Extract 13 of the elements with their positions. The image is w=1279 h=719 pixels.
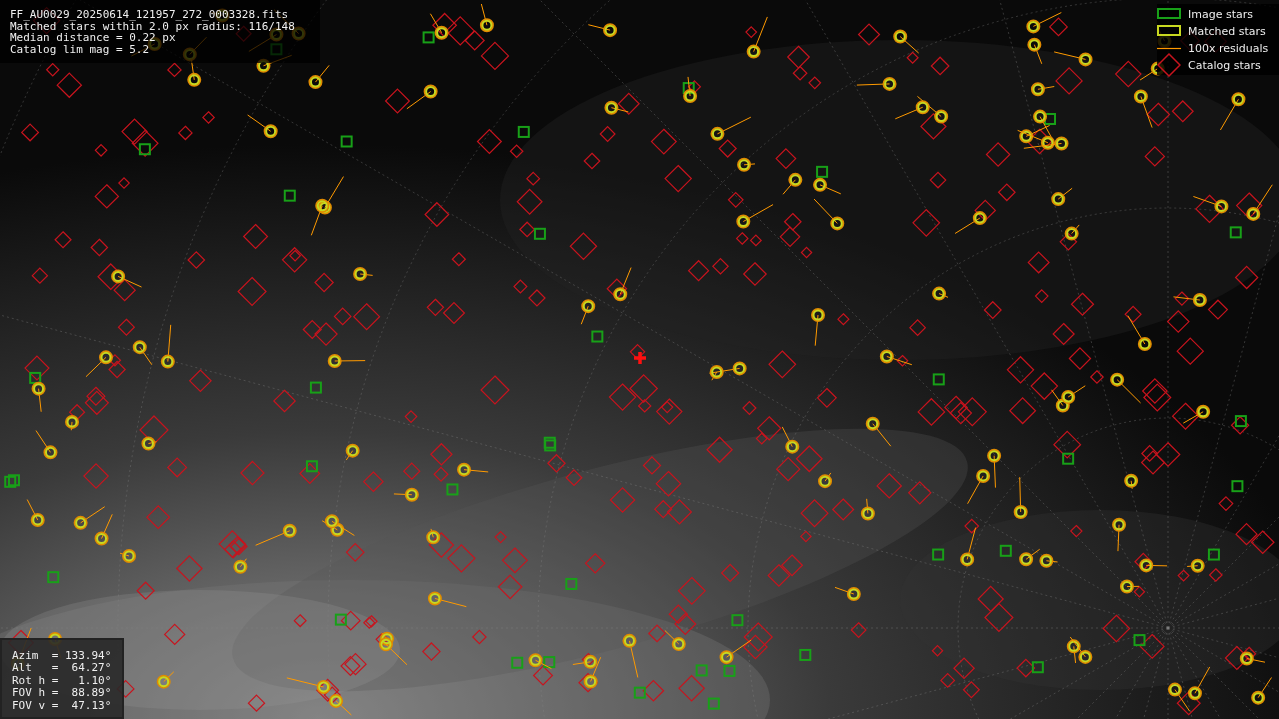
info-text: FF_AU0029_20250614_121957_272_0003328.fits [10,9,290,21]
info-text: Median distance = 0.22 px [10,32,176,44]
pointing-text: Azim = 133.94° [12,649,113,661]
info-text: Catalog lim mag = 5.2 [10,43,151,55]
pointing-text: FOV v = 47.13° [12,699,113,711]
legend-label: 100x residuals [1188,41,1269,55]
legend-label: Catalog stars [1188,58,1261,72]
info-text: Matched stars within 2.0 px radius: 116/148 [10,20,296,32]
pointing-text: Alt = 64.27° [12,662,113,674]
legend-label: Image stars [1188,7,1253,21]
pointing-text: Rot h = 1.10° [12,674,113,686]
pointing-text: FOV h = 88.89° [12,687,113,699]
legend-label: Matched stars [1188,24,1266,38]
